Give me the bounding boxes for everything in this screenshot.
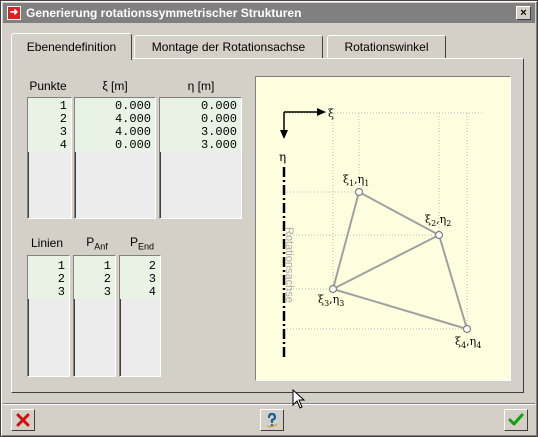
- points-number-rows: 1 2 3 4: [28, 98, 71, 152]
- list-item[interactable]: 3: [74, 286, 115, 299]
- help-question-icon: [266, 412, 278, 428]
- col-header-p-end: PEnd: [124, 235, 160, 251]
- ok-button[interactable]: [504, 409, 528, 431]
- lines-p-anf-list[interactable]: 1 2 3: [73, 255, 116, 377]
- title-bar: ➜ Generierung rotationssymmetrischer Str…: [3, 3, 535, 23]
- points-eta-list[interactable]: 0.000 0.000 3.000 3.000: [159, 97, 242, 219]
- help-button[interactable]: [260, 409, 284, 431]
- lines-number-list[interactable]: 1 2 3: [27, 255, 70, 377]
- close-button[interactable]: ×: [516, 6, 531, 20]
- tab-montage-rotationsachse[interactable]: Montage der Rotationsachse: [134, 35, 323, 59]
- lines-p-anf-rows: 1 2 3: [74, 256, 115, 299]
- diagram-svg: ξ η Rotationsachse ξ1,η1 ξ2,η2 ξ3,η3 ξ4,…: [279, 107, 484, 357]
- structure-edges: [332, 191, 468, 330]
- geometry-diagram: ξ η Rotationsachse ξ1,η1 ξ2,η2 ξ3,η3 ξ4,…: [255, 76, 511, 381]
- list-item[interactable]: 3: [28, 286, 69, 299]
- col-header-p-anf: PAnf: [79, 235, 115, 251]
- lines-number-rows: 1 2 3: [28, 256, 69, 299]
- col-header-eta: η [m]: [187, 79, 215, 93]
- lines-p-end-rows: 2 3 4: [120, 256, 160, 299]
- green-check-icon: [508, 413, 524, 426]
- points-xi-list[interactable]: 0.000 4.000 4.000 0.000: [74, 97, 156, 219]
- list-item[interactable]: 0.000: [75, 139, 155, 152]
- mouse-cursor-icon: [292, 389, 306, 409]
- points-eta-rows: 0.000 0.000 3.000 3.000: [160, 98, 241, 152]
- tab-ebenendefinition[interactable]: Ebenendefinition: [11, 33, 132, 60]
- window-title: Generierung rotationssymmetrischer Struk…: [26, 6, 302, 20]
- lines-p-end-list[interactable]: 2 3 4: [119, 255, 161, 377]
- eta-axis-arrow: [280, 130, 288, 139]
- col-header-xi: ξ [m]: [102, 79, 128, 93]
- eta-axis-label: η: [279, 150, 286, 164]
- p-anf-sub: Anf: [94, 241, 108, 252]
- red-x-icon: [16, 413, 30, 427]
- points-number-list[interactable]: 1 2 3 4: [27, 97, 72, 219]
- tab-rotationswinkel[interactable]: Rotationswinkel: [327, 35, 446, 59]
- app-icon: ➜: [7, 6, 21, 20]
- rotation-axis-label: Rotationsachse: [283, 227, 295, 303]
- list-item[interactable]: 4: [28, 139, 71, 152]
- xi-axis-label: ξ: [328, 107, 334, 120]
- point-label-4: ξ4,η4: [455, 335, 481, 350]
- point-label-1: ξ1,η1: [343, 173, 369, 188]
- p-end-letter: P: [129, 235, 138, 249]
- guide-lines: [284, 112, 484, 330]
- points-xi-rows: 0.000 4.000 4.000 0.000: [75, 98, 155, 152]
- structure-nodes: [328, 187, 472, 334]
- point-label-3: ξ3,η3: [318, 293, 344, 308]
- point-label-2: ξ2,η2: [425, 213, 451, 228]
- list-item[interactable]: 3.000: [160, 139, 241, 152]
- col-header-punkte: Punkte: [29, 79, 67, 93]
- col-header-linien: Linien: [30, 236, 64, 250]
- cancel-button[interactable]: [11, 409, 35, 431]
- dialog-window: ➜ Generierung rotationssymmetrischer Str…: [0, 0, 538, 437]
- p-end-sub: End: [138, 241, 155, 252]
- list-item[interactable]: 4: [120, 286, 160, 299]
- xi-axis-arrow: [317, 108, 326, 116]
